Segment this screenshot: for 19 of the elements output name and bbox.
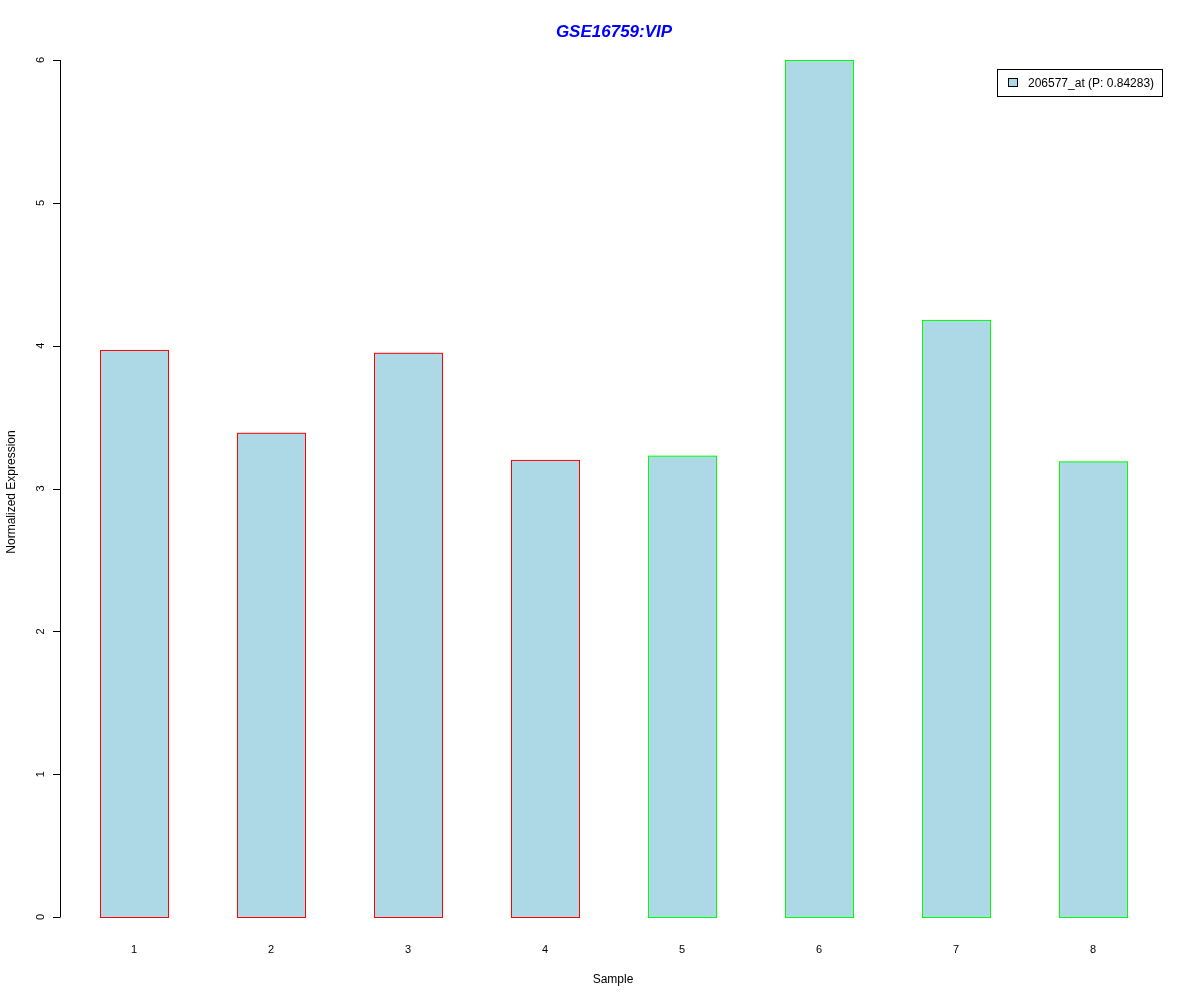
y-axis-label: Normalized Expression <box>4 430 18 554</box>
y-tick-label: 1 <box>34 771 46 778</box>
x-tick-label: 7 <box>952 943 960 955</box>
x-tick-label: 5 <box>678 943 686 955</box>
x-tick-label: 4 <box>541 943 549 955</box>
legend-label: 206577_at (P: 0.84283) <box>1028 76 1155 90</box>
y-tick-label: 3 <box>34 485 46 492</box>
x-tick-label: 2 <box>267 943 275 955</box>
y-tick-label: 4 <box>34 342 46 349</box>
y-tick-label: 0 <box>34 913 46 921</box>
x-axis-label: Sample <box>592 972 634 986</box>
y-tick-label: 6 <box>34 56 46 64</box>
chart-title: GSE16759:VIP <box>555 22 673 41</box>
y-tick-label: 5 <box>34 199 46 206</box>
x-tick-label: 6 <box>815 943 823 955</box>
y-tick-label: 2 <box>34 628 46 635</box>
x-tick-label: 3 <box>404 943 412 955</box>
x-tick-label: 1 <box>130 943 138 955</box>
x-tick-label: 8 <box>1089 943 1097 955</box>
